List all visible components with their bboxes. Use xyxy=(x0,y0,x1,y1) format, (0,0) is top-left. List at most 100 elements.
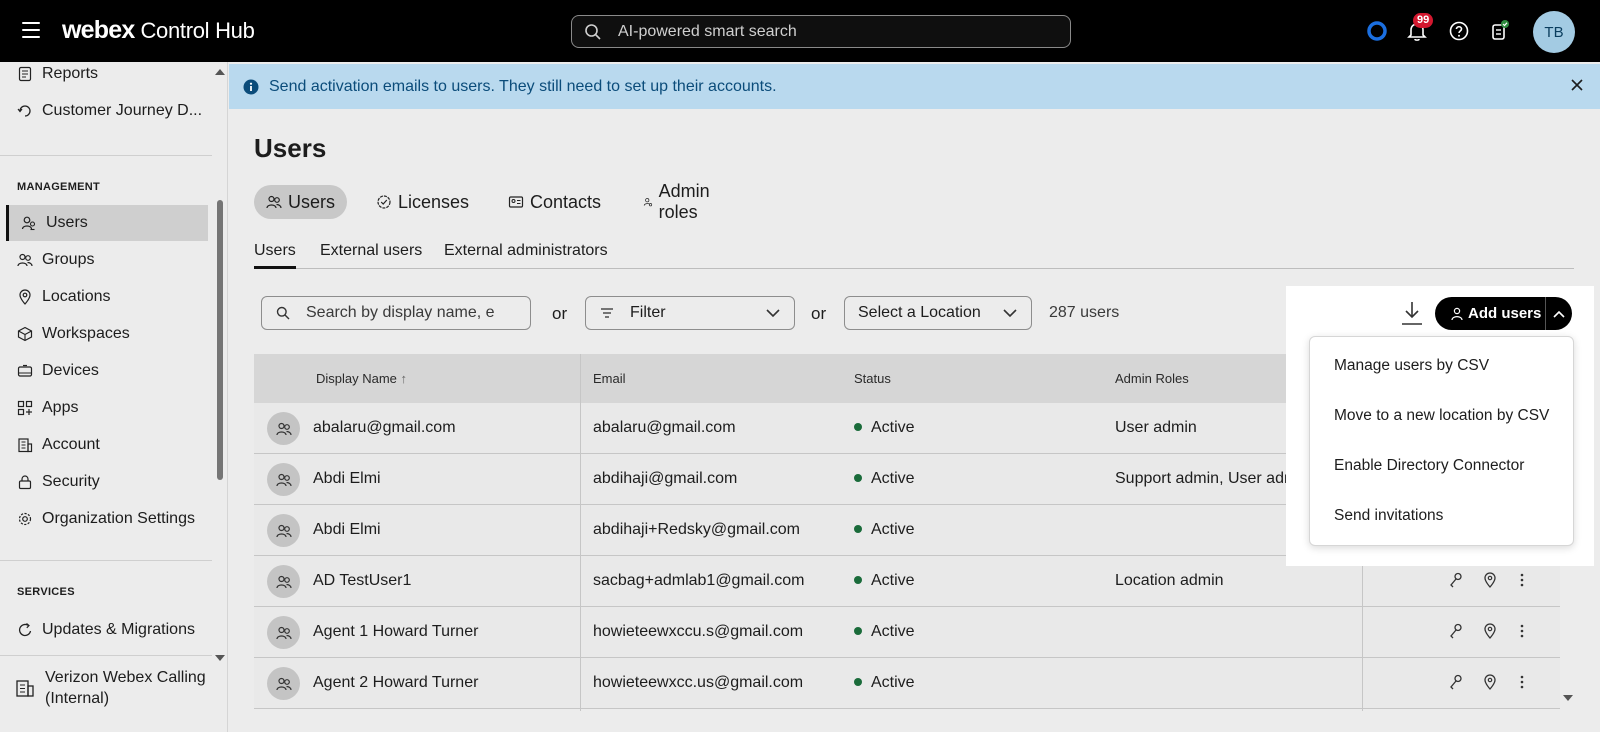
sort-asc-icon[interactable]: ↑ xyxy=(401,371,408,386)
row-name[interactable]: Agent 1 Howard Turner xyxy=(313,623,478,641)
more-vertical-icon[interactable] xyxy=(1519,674,1525,690)
column-divider xyxy=(580,354,581,711)
key-icon[interactable] xyxy=(1449,572,1463,588)
row-avatar xyxy=(267,514,300,547)
sidebar-item-label: Workspaces xyxy=(42,325,130,342)
account-icon xyxy=(18,438,33,453)
status-dot xyxy=(854,474,862,482)
location-icon[interactable] xyxy=(1483,572,1497,588)
row-email: howieteewxcc.us@gmail.com xyxy=(593,674,804,691)
location-select[interactable]: Select a Location xyxy=(844,296,1032,330)
sidebar-item-reports[interactable]: Reports xyxy=(6,56,208,92)
sidebar-item-account[interactable]: Account xyxy=(6,427,208,463)
close-icon[interactable] xyxy=(1570,78,1584,92)
row-name[interactable]: Agent 2 Howard Turner xyxy=(313,674,478,692)
sidebar-item-users[interactable]: Users xyxy=(6,205,208,241)
col-admin-roles[interactable]: Admin Roles xyxy=(1115,371,1189,386)
row-name[interactable]: Abdi Elmi xyxy=(313,521,381,539)
menu-item-send-invitations[interactable]: Send invitations xyxy=(1334,507,1443,525)
user-avatar[interactable]: TB xyxy=(1533,11,1575,53)
or-label: or xyxy=(811,304,827,323)
sidebar-item-apps[interactable]: Apps xyxy=(6,390,208,426)
tab-label: Admin roles xyxy=(658,181,710,222)
workspaces-icon xyxy=(17,326,33,342)
tab-admin-roles[interactable]: Admin roles xyxy=(631,181,728,222)
sidebar-item-updates-migrations[interactable]: Updates & Migrations xyxy=(6,612,208,648)
search-icon xyxy=(276,306,290,320)
add-users-menu: Manage users by CSV Move to a new locati… xyxy=(1309,336,1574,546)
scroll-up-icon[interactable] xyxy=(215,68,225,76)
tab-licenses[interactable]: Licenses xyxy=(364,185,481,219)
sub-tabs: Users External users External administra… xyxy=(254,242,1574,269)
status-icon[interactable] xyxy=(1488,20,1510,42)
more-vertical-icon[interactable] xyxy=(1519,572,1525,588)
subtab-users[interactable]: Users xyxy=(254,242,296,269)
add-users-dropdown-toggle[interactable] xyxy=(1546,310,1572,318)
row-name[interactable]: Abdi Elmi xyxy=(313,470,381,488)
sidebar-item-groups[interactable]: Groups xyxy=(6,242,208,278)
col-display-name[interactable]: Display Name ↑ xyxy=(316,371,407,386)
download-icon[interactable] xyxy=(1401,300,1423,326)
user-placeholder-icon xyxy=(275,524,292,537)
sidebar-item-customer-journey[interactable]: Customer Journey D... xyxy=(6,93,208,129)
user-search-placeholder: Search by display name, e xyxy=(306,304,495,321)
webex-assistant-icon[interactable] xyxy=(1366,20,1388,42)
sidebar-item-label: Apps xyxy=(42,399,79,416)
col-email[interactable]: Email xyxy=(593,371,626,386)
user-search-input[interactable]: Search by display name, e xyxy=(261,296,531,330)
sidebar-scrollbar[interactable] xyxy=(214,62,225,732)
more-vertical-icon[interactable] xyxy=(1519,623,1525,639)
sidebar-item-workspaces[interactable]: Workspaces xyxy=(6,316,208,352)
subtab-external-administrators[interactable]: External administrators xyxy=(444,242,608,269)
location-icon[interactable] xyxy=(1483,623,1497,639)
lock-icon xyxy=(18,475,32,490)
section-title-services: SERVICES xyxy=(17,586,75,598)
sidebar-item-label: Customer Journey D... xyxy=(42,102,203,119)
menu-item-manage-users-csv[interactable]: Manage users by CSV xyxy=(1334,357,1489,375)
row-admin-roles: User admin xyxy=(1115,419,1197,436)
org-sub: (Internal) xyxy=(45,690,110,707)
hamburger-menu-icon[interactable] xyxy=(22,22,40,38)
row-email: abalaru@gmail.com xyxy=(593,419,736,436)
col-status[interactable]: Status xyxy=(854,371,891,386)
sidebar-item-security[interactable]: Security xyxy=(6,464,208,500)
section-title-management: MANAGEMENT xyxy=(17,181,101,193)
sidebar-item-devices[interactable]: Devices xyxy=(6,353,208,389)
scroll-down-icon[interactable] xyxy=(215,654,225,662)
smart-search-input[interactable]: AI-powered smart search xyxy=(571,15,1071,48)
menu-item-move-location-csv[interactable]: Move to a new location by CSV xyxy=(1334,407,1549,425)
row-avatar xyxy=(267,412,300,445)
sidebar-item-locations[interactable]: Locations xyxy=(6,279,208,315)
table-scroll-down-icon[interactable] xyxy=(1563,694,1573,702)
subtab-external-users[interactable]: External users xyxy=(320,242,422,269)
filter-icon xyxy=(601,308,613,318)
row-name[interactable]: AD TestUser1 xyxy=(313,572,411,590)
filter-dropdown[interactable]: Filter xyxy=(585,296,795,330)
key-icon[interactable] xyxy=(1449,623,1463,639)
row-name[interactable]: abalaru@gmail.com xyxy=(313,419,456,437)
status-dot xyxy=(854,627,862,635)
tab-contacts[interactable]: Contacts xyxy=(496,185,613,219)
table-row[interactable]: Agent 2 Howard Turner howieteewxcc.us@gm… xyxy=(254,658,1560,709)
org-name: Verizon Webex Calling xyxy=(45,669,206,686)
location-icon xyxy=(19,289,31,305)
key-icon[interactable] xyxy=(1449,674,1463,690)
table-row[interactable]: Agent 1 Howard Turner howieteewxccu.s@gm… xyxy=(254,607,1560,658)
help-icon[interactable] xyxy=(1448,20,1470,42)
user-placeholder-icon xyxy=(275,473,292,486)
app-brand[interactable]: webex Control Hub xyxy=(62,16,255,45)
status-dot xyxy=(854,525,862,533)
sidebar-scroll-thumb[interactable] xyxy=(217,200,223,480)
sidebar: Reports Customer Journey D... MANAGEMENT… xyxy=(0,62,228,732)
location-icon[interactable] xyxy=(1483,674,1497,690)
org-switcher[interactable]: Verizon Webex Calling (Internal) xyxy=(14,667,206,709)
add-users-button[interactable]: Add users xyxy=(1435,297,1572,330)
row-status: Active xyxy=(854,674,915,692)
sidebar-item-organization-settings[interactable]: Organization Settings xyxy=(6,501,208,537)
chevron-up-icon xyxy=(1553,310,1565,318)
add-user-icon xyxy=(1451,307,1463,320)
tab-users[interactable]: Users xyxy=(254,185,347,219)
menu-item-enable-directory-connector[interactable]: Enable Directory Connector xyxy=(1334,457,1524,475)
users-icon xyxy=(21,216,36,231)
refresh-icon xyxy=(18,623,32,637)
